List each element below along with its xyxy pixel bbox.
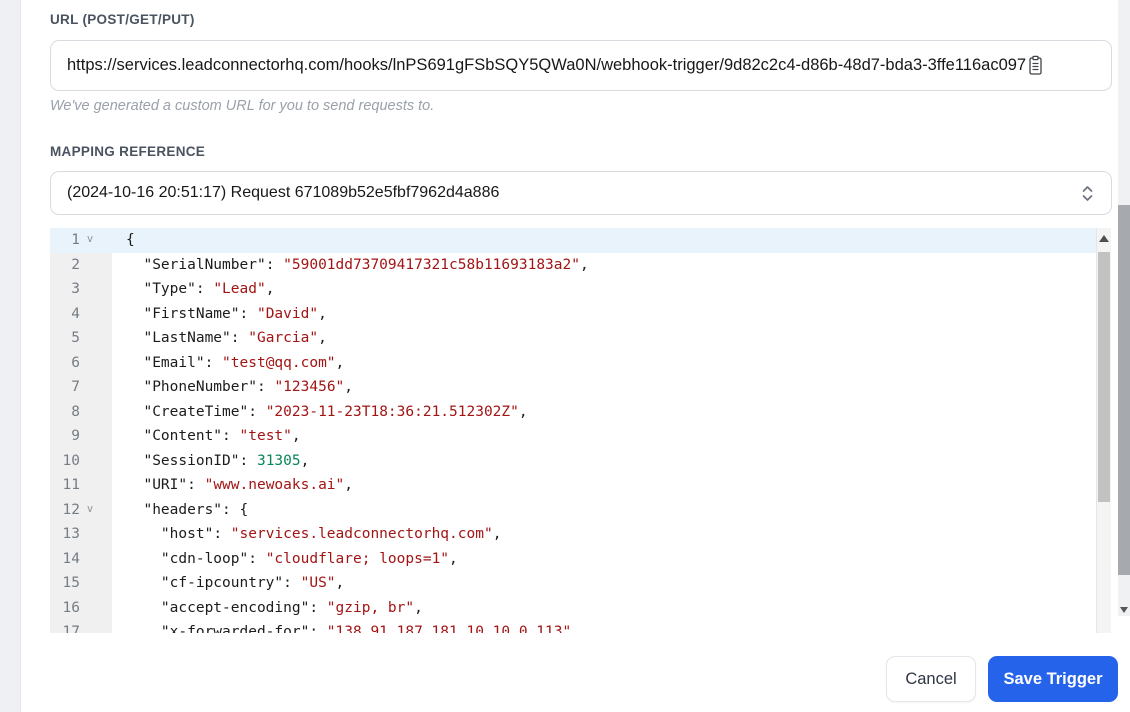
page-scroll-down-arrow-icon[interactable]	[1119, 607, 1128, 613]
code-line: 14 "cdn-loop": "cloudflare; loops=1",	[50, 546, 1111, 571]
line-number: 11	[62, 477, 80, 493]
code-line: 9 "Content": "test",	[50, 424, 1111, 449]
editor-scrollbar-thumb[interactable]	[1098, 252, 1110, 502]
editor-scrollbar[interactable]	[1096, 228, 1111, 633]
url-helper-text: We've generated a custom URL for you to …	[50, 98, 435, 114]
code-line: 4 "FirstName": "David",	[50, 301, 1111, 326]
line-number: 2	[71, 256, 80, 273]
dotted-background-strip	[0, 0, 21, 712]
webhook-url-input[interactable]: https://services.leadconnectorhq.com/hoo…	[50, 40, 1112, 91]
fold-toggle-icon[interactable]: v	[80, 497, 100, 522]
code-line: 12 v "headers": {	[50, 497, 1111, 522]
line-number: 7	[71, 379, 80, 395]
code-line: 1 v{	[50, 228, 1111, 253]
code-line: 7 "PhoneNumber": "123456",	[50, 375, 1111, 400]
save-trigger-button[interactable]: Save Trigger	[988, 656, 1118, 702]
editor-scroll-up-arrow-icon[interactable]	[1099, 235, 1109, 242]
line-number: 6	[71, 354, 80, 371]
fold-toggle-icon[interactable]: v	[80, 228, 100, 252]
line-number: 16	[62, 599, 80, 616]
code-line: 13 "host": "services.leadconnectorhq.com…	[50, 522, 1111, 547]
code-line: 3 "Type": "Lead",	[50, 277, 1111, 302]
mapping-reference-selected-option: (2024-10-16 20:51:17) Request 671089b52e…	[67, 184, 500, 201]
page-scrollbar[interactable]	[1118, 0, 1130, 616]
line-number: 8	[71, 403, 80, 420]
line-number: 9	[71, 428, 80, 444]
line-number: 13	[62, 526, 80, 542]
line-number: 5	[71, 330, 80, 346]
code-line: 15 "cf-ipcountry": "US",	[50, 571, 1111, 596]
code-line: 16 "accept-encoding": "gzip, br",	[50, 595, 1111, 620]
line-number: 3	[71, 281, 80, 297]
clipboard-copy-icon[interactable]	[1027, 55, 1044, 76]
cancel-button[interactable]: Cancel	[886, 656, 976, 702]
code-line: 10 "SessionID": 31305,	[50, 448, 1111, 473]
code-line: 11 "URI": "www.newoaks.ai",	[50, 473, 1111, 498]
line-number: 14	[62, 550, 80, 567]
code-line: 8 "CreateTime": "2023-11-23T18:36:21.512…	[50, 399, 1111, 424]
webhook-url-value: https://services.leadconnectorhq.com/hoo…	[67, 56, 1027, 74]
line-number: 10	[62, 452, 80, 469]
line-number: 1	[71, 232, 80, 248]
line-number: 17	[62, 624, 80, 633]
webhook-trigger-panel: URL (POST/GET/PUT) https://services.lead…	[21, 0, 1118, 712]
select-up-down-chevrons-icon	[1080, 183, 1095, 204]
mapping-reference-select[interactable]: (2024-10-16 20:51:17) Request 671089b52e…	[50, 171, 1112, 215]
code-line: 5 "LastName": "Garcia",	[50, 326, 1111, 351]
mapping-reference-label: MAPPING REFERENCE	[50, 144, 206, 159]
line-number: 12	[62, 501, 80, 518]
code-line: 2 "SerialNumber": "59001dd73709417321c58…	[50, 252, 1111, 277]
code-line: 6 "Email": "test@qq.com",	[50, 350, 1111, 375]
page-scrollbar-thumb[interactable]	[1118, 205, 1130, 575]
code-lines: 1 v{2 "SerialNumber": "59001dd73709417321…	[50, 228, 1111, 633]
code-line: 17 "x-forwarded-for": "138.91.187.181,10…	[50, 620, 1111, 633]
line-number: 15	[62, 575, 80, 591]
line-number: 4	[71, 305, 80, 322]
url-field-label: URL (POST/GET/PUT)	[50, 12, 195, 27]
json-payload-editor[interactable]: 1 v{2 "SerialNumber": "59001dd73709417321…	[50, 228, 1111, 633]
